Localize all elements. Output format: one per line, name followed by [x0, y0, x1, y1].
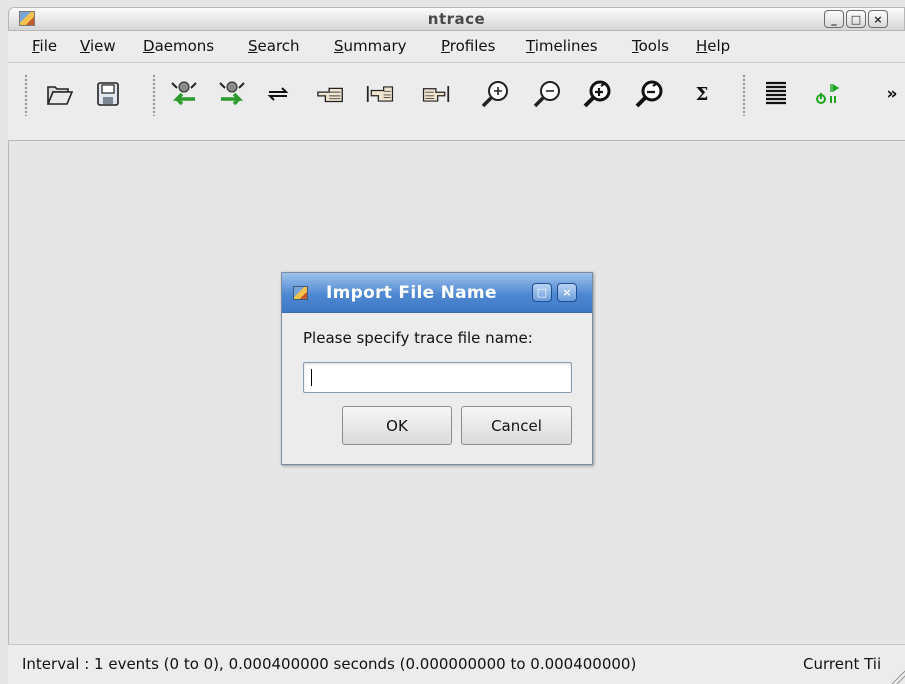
trace-file-name-input[interactable] [303, 362, 572, 393]
status-interval-text: Interval : 1 events (0 to 0), 0.00040000… [22, 655, 637, 673]
open-folder-icon [46, 86, 74, 105]
resize-grip[interactable] [891, 670, 905, 684]
text-caret [311, 369, 312, 386]
open-button[interactable] [45, 77, 75, 111]
menu-daemons[interactable]: Daemons [143, 37, 214, 55]
status-current-time-text: Current Tii [803, 655, 882, 673]
menu-search[interactable]: Search [248, 37, 300, 55]
swap-button[interactable] [263, 77, 293, 111]
zoom-in-icon [481, 81, 508, 108]
hand-point-left-icon [317, 87, 343, 103]
dialog-maximize-button[interactable]: □ [532, 283, 552, 302]
overflow-chevron-icon: » [886, 84, 898, 104]
toolbar: Σ » [8, 62, 905, 140]
power-play-pause-icon [816, 83, 840, 104]
toolbar-grip[interactable] [742, 74, 746, 116]
zoom-in-button[interactable] [480, 77, 510, 111]
power-button[interactable] [812, 77, 842, 111]
cancel-button[interactable]: Cancel [461, 406, 572, 445]
menu-file[interactable]: File [32, 37, 57, 55]
hand-point-right-icon [422, 86, 450, 102]
menu-profiles[interactable]: Profiles [441, 37, 495, 55]
toolbar-overflow-button[interactable]: » [880, 77, 904, 111]
daemon-next-button[interactable] [217, 77, 247, 111]
zoom-out-icon [533, 81, 560, 108]
toolbar-grip[interactable] [152, 74, 156, 116]
zoom-out-button[interactable] [532, 77, 562, 111]
maximize-icon: □ [536, 286, 548, 299]
hand-right-button[interactable] [420, 77, 450, 111]
ntrace-window: ntrace _ □ × File View Daemons Search Su… [0, 0, 905, 684]
dialog-close-button[interactable]: × [557, 283, 577, 302]
save-button[interactable] [93, 77, 123, 111]
summary-button[interactable]: Σ [687, 77, 717, 111]
menubar: File View Daemons Search Summary Profile… [8, 31, 905, 61]
list-button[interactable] [761, 77, 791, 111]
menu-tools[interactable]: Tools [632, 37, 669, 55]
sigma-icon: Σ [695, 83, 709, 105]
daemon-left-icon [171, 81, 197, 106]
zoom-in-fast-button[interactable] [582, 77, 612, 111]
menu-timelines[interactable]: Timelines [526, 37, 598, 55]
dialog-prompt-label: Please specify trace file name: [303, 329, 533, 347]
hand-point-both-icon [366, 86, 394, 102]
dialog-titlebar[interactable]: Import File Name □ × [282, 273, 592, 313]
daemon-prev-button[interactable] [169, 77, 199, 111]
toolbar-grip[interactable] [24, 74, 28, 116]
import-file-dialog: Import File Name □ × Please specify trac… [281, 272, 593, 465]
zoom-in-fast-icon [583, 80, 611, 108]
zoom-out-fast-icon [635, 80, 663, 108]
zoom-out-fast-button[interactable] [634, 77, 664, 111]
hand-both-button[interactable] [366, 77, 396, 111]
save-floppy-icon [97, 82, 119, 106]
window-titlebar[interactable]: ntrace _ □ × [8, 7, 905, 31]
minimize-icon: _ [831, 12, 837, 26]
menu-help[interactable]: Help [696, 37, 730, 55]
close-icon: × [873, 12, 883, 26]
close-button[interactable]: × [868, 10, 888, 28]
menu-summary[interactable]: Summary [334, 37, 407, 55]
daemon-right-icon [219, 81, 245, 106]
swap-arrows-icon [267, 87, 289, 101]
maximize-button[interactable]: □ [846, 10, 866, 28]
maximize-icon: □ [850, 12, 862, 26]
statusbar: Interval : 1 events (0 to 0), 0.00040000… [8, 644, 905, 684]
minimize-button[interactable]: _ [824, 10, 844, 28]
list-icon [766, 81, 786, 105]
menu-view[interactable]: View [80, 37, 116, 55]
window-title: ntrace [427, 10, 486, 28]
hand-left-button[interactable] [316, 77, 346, 111]
close-icon: × [562, 286, 572, 299]
dialog-title: Import File Name [326, 283, 497, 303]
ok-button[interactable]: OK [342, 406, 452, 445]
dialog-app-icon [293, 286, 308, 300]
